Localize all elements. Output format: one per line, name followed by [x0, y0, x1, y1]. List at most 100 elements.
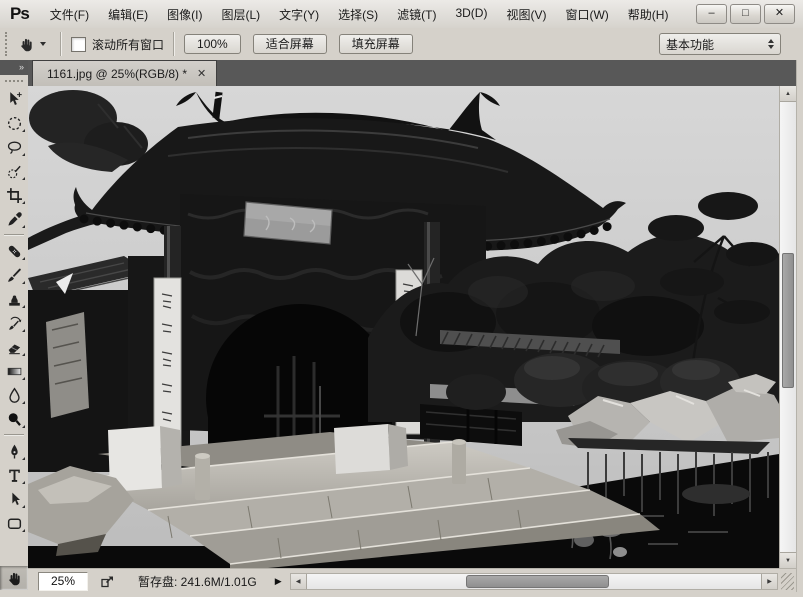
document-tab[interactable]: 1161.jpg @ 25%(RGB/8) * ✕	[32, 60, 218, 86]
menu-type[interactable]: 文字(Y)	[274, 3, 324, 26]
options-separator	[60, 32, 62, 56]
photoshop-logo: Ps	[10, 4, 30, 23]
tool-elliptical-marquee[interactable]	[0, 111, 28, 135]
options-separator	[173, 32, 176, 56]
tool-path-selection[interactable]	[0, 487, 28, 511]
scroll-all-windows-checkbox[interactable]	[71, 36, 86, 52]
tool-quick-selection[interactable]	[0, 159, 28, 183]
tools-separator	[4, 434, 24, 436]
document-canvas[interactable]	[28, 86, 779, 568]
tools-separator	[4, 234, 24, 236]
hand-icon	[8, 572, 20, 585]
vertical-scrollbar-thumb[interactable]	[782, 253, 794, 388]
document-tab-title: 1161.jpg @ 25%(RGB/8) *	[47, 66, 188, 81]
export-arrow-icon	[101, 575, 113, 587]
eraser-icon	[8, 344, 20, 354]
actual-pixels-button[interactable]: 100%	[184, 34, 241, 54]
tool-history-brush[interactable]	[0, 311, 28, 335]
hand-icon	[21, 38, 32, 51]
title-bar: Ps 文件(F) 编辑(E) 图像(I) 图层(L) 文字(Y) 选择(S) 滤…	[0, 0, 803, 29]
quick-selection-icon	[7, 165, 21, 178]
tool-crop[interactable]	[0, 183, 28, 207]
maximize-button[interactable]: □	[730, 4, 761, 24]
dodge-icon	[8, 412, 21, 426]
horizontal-scrollbar[interactable]: ◀ ▶	[289, 572, 778, 590]
history-brush-icon	[8, 316, 21, 330]
window-right-edge	[796, 60, 803, 592]
workspace-arrows-icon	[768, 39, 774, 49]
scroll-left-icon[interactable]: ◀	[290, 573, 307, 589]
menu-filter[interactable]: 滤镜(T)	[392, 3, 441, 26]
menu-select[interactable]: 选择(S)	[333, 3, 383, 26]
scroll-down-icon[interactable]: ▼	[780, 552, 796, 568]
photoshop-window: Ps 文件(F) 编辑(E) 图像(I) 图层(L) 文字(Y) 选择(S) 滤…	[0, 0, 803, 597]
clone-stamp-icon	[8, 294, 20, 306]
fill-screen-button[interactable]: 填充屏幕	[338, 34, 413, 54]
lasso-icon	[7, 141, 21, 154]
scroll-up-icon[interactable]: ▲	[780, 86, 796, 102]
tool-blur[interactable]	[0, 383, 28, 407]
tool-spot-healing[interactable]	[0, 239, 28, 263]
tool-type[interactable]	[0, 463, 28, 487]
menu-layer[interactable]: 图层(L)	[216, 3, 265, 26]
scroll-all-windows-label: 滚动所有窗口	[92, 37, 165, 52]
tool-dodge[interactable]	[0, 407, 28, 431]
horizontal-scrollbar-thumb[interactable]	[465, 574, 609, 588]
menu-image[interactable]: 图像(I)	[162, 3, 207, 26]
scratch-disk-status: 暂存盘: 241.6M/1.01G	[138, 574, 257, 589]
resize-grip[interactable]	[781, 572, 794, 590]
menu-view[interactable]: 视图(V)	[501, 3, 551, 26]
tool-eyedropper[interactable]	[0, 207, 28, 231]
options-bar: 滚动所有窗口 100% 适合屏幕 填充屏幕 基本功能	[0, 28, 803, 61]
vertical-scrollbar[interactable]: ▲ ▼	[779, 86, 796, 568]
brush-icon	[7, 268, 21, 282]
close-button[interactable]: ✕	[764, 4, 795, 24]
menu-3d[interactable]: 3D(D)	[450, 3, 492, 26]
elliptical-marquee-icon	[7, 116, 21, 130]
status-menu-arrow-icon[interactable]: ▶	[275, 576, 282, 587]
tool-brush[interactable]	[0, 263, 28, 287]
window-controls: – □ ✕	[696, 4, 795, 24]
menu-help[interactable]: 帮助(H)	[623, 3, 674, 26]
fit-screen-button[interactable]: 适合屏幕	[252, 34, 327, 54]
tool-eraser[interactable]	[0, 335, 28, 359]
window-bottom-edge	[0, 592, 803, 597]
tool-hand[interactable]	[0, 566, 28, 590]
status-bar: 25% 暂存盘: 241.6M/1.01G ▶ ◀ ▶	[28, 568, 796, 593]
menu-file[interactable]: 文件(F)	[45, 3, 94, 26]
tools-panel-grip[interactable]	[0, 75, 28, 87]
minimize-button[interactable]: –	[696, 4, 727, 24]
tool-preset-arrow-icon	[40, 42, 46, 46]
photo-chinese-garden-gate	[28, 86, 779, 568]
tool-gradient[interactable]	[0, 359, 28, 383]
eyedropper-icon	[7, 211, 22, 226]
spot-healing-icon	[8, 245, 20, 257]
blur-drop-icon	[8, 386, 20, 403]
crop-icon	[6, 187, 22, 203]
gradient-icon	[7, 367, 21, 375]
path-selection-icon	[11, 492, 20, 505]
options-grip[interactable]	[3, 32, 7, 56]
tool-clone-stamp[interactable]	[0, 287, 28, 311]
tools-panel: »	[0, 60, 29, 592]
tool-lasso[interactable]	[0, 135, 28, 159]
tools-collapse-button[interactable]: »	[0, 60, 28, 75]
menu-window[interactable]: 窗口(W)	[560, 3, 613, 26]
workspace-value: 基本功能	[666, 37, 715, 52]
tool-shape[interactable]	[0, 511, 28, 535]
export-icon[interactable]	[100, 574, 116, 589]
workspace-switcher[interactable]: 基本功能	[659, 33, 781, 55]
tool-move[interactable]	[0, 87, 28, 111]
menu-edit[interactable]: 编辑(E)	[103, 3, 153, 26]
rounded-rectangle-icon	[7, 518, 21, 529]
zoom-level-field[interactable]: 25%	[38, 571, 88, 591]
menu-bar: 文件(F) 编辑(E) 图像(I) 图层(L) 文字(Y) 选择(S) 滤镜(T…	[45, 3, 674, 26]
pen-icon	[10, 444, 18, 459]
scroll-right-icon[interactable]: ▶	[761, 573, 777, 589]
move-icon	[9, 91, 22, 105]
active-tool-preview[interactable]	[13, 33, 51, 56]
tool-pen[interactable]	[0, 439, 28, 463]
type-icon	[8, 469, 20, 482]
document-tab-bar: 1161.jpg @ 25%(RGB/8) * ✕	[28, 60, 796, 87]
tab-close-icon[interactable]: ✕	[197, 68, 206, 79]
